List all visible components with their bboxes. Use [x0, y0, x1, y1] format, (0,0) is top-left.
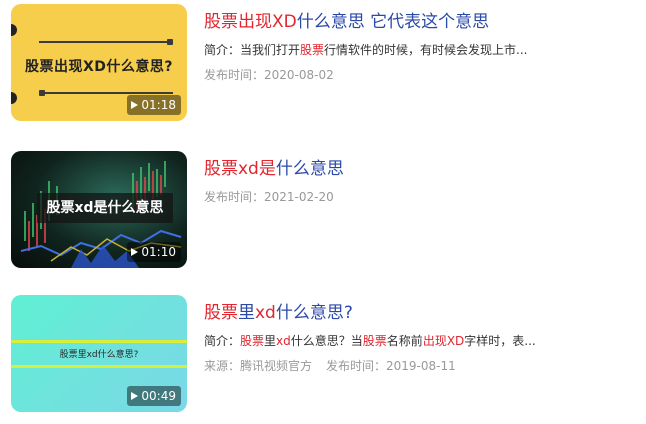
title-text: 什么意思? [275, 303, 353, 323]
video-info: 股票xd是什么意思 发布时间：2021-02-20 [204, 157, 644, 206]
desc-text: 里 [264, 334, 277, 348]
video-thumbnail[interactable]: 股票里xd什么意思? 00:49 [11, 295, 187, 412]
video-description: 简介：股票里xd什么意思？当股票名称前出现XD字样时，表... [204, 332, 644, 350]
title-highlight: 股票出现XD [204, 12, 297, 32]
duration-text: 00:49 [141, 389, 176, 403]
desc-text: 简介： [204, 334, 241, 348]
play-icon [131, 248, 139, 256]
video-result-list: 股票出现XD什么意思? 01:18 股票出现XD什么意思 它代表这个意思 简介：… [0, 0, 646, 424]
desc-highlight: 股票 [300, 43, 325, 57]
decor-bar [11, 340, 187, 343]
decor-bar [11, 365, 187, 368]
video-title-link[interactable]: 股票里xd什么意思? [204, 301, 644, 325]
thumbnail-caption: 股票出现XD什么意思? [24, 59, 174, 75]
video-info: 股票里xd什么意思? 简介：股票里xd什么意思？当股票名称前出现XD字样时，表.… [204, 301, 644, 375]
duration-badge: 00:49 [127, 386, 181, 406]
title-text: 里 [238, 303, 255, 323]
desc-text: 行情软件的时候，有时候会发现上市... [324, 43, 528, 57]
title-text: 什么意思 [275, 159, 344, 179]
play-icon [131, 101, 139, 109]
video-result-item: 股票xd是什么意思 01:10 股票xd是什么意思 发布时间：2021-02-2… [0, 151, 646, 271]
publish-date: 发布时间：2021-02-20 [204, 190, 334, 204]
decor-line [39, 39, 173, 45]
decor-dot [11, 24, 17, 36]
desc-text: 简介：当我们打开 [204, 43, 301, 57]
desc-highlight: 股票 [362, 334, 387, 348]
desc-highlight: 出现XD [422, 334, 465, 348]
source-label: 来源：腾讯视频官方 [204, 359, 313, 373]
duration-text: 01:18 [141, 98, 176, 112]
play-icon [131, 392, 139, 400]
video-info: 股票出现XD什么意思 它代表这个意思 简介：当我们打开股票行情软件的时候，有时候… [204, 10, 644, 84]
duration-text: 01:10 [141, 245, 176, 259]
video-meta: 来源：腾讯视频官方 发布时间：2019-08-11 [204, 357, 644, 375]
desc-text: 名称前 [386, 334, 423, 348]
desc-text: 什么意思？当 [290, 334, 363, 348]
desc-highlight: xd [276, 334, 291, 348]
publish-date: 发布时间：2019-08-11 [326, 359, 456, 373]
decor-dot [11, 92, 17, 104]
video-title-link[interactable]: 股票出现XD什么意思 它代表这个意思 [204, 10, 644, 34]
title-highlight: 股票 [204, 303, 238, 323]
decor-line [39, 90, 173, 96]
video-result-item: 股票出现XD什么意思? 01:18 股票出现XD什么意思 它代表这个意思 简介：… [0, 4, 646, 124]
publish-date: 发布时间：2020-08-02 [204, 68, 334, 82]
video-description: 简介：当我们打开股票行情软件的时候，有时候会发现上市... [204, 41, 644, 59]
video-result-item: 股票里xd什么意思? 00:49 股票里xd什么意思? 简介：股票里xd什么意思… [0, 295, 646, 415]
title-highlight: 股票xd是 [204, 159, 276, 179]
video-title-link[interactable]: 股票xd是什么意思 [204, 157, 644, 181]
duration-badge: 01:10 [127, 242, 181, 262]
thumbnail-caption: 股票xd是什么意思 [46, 200, 164, 216]
title-text: 什么意思 它代表这个意思 [296, 12, 490, 32]
desc-text: 字样时，表... [464, 334, 536, 348]
thumbnail-caption: 股票里xd什么意思? [59, 350, 139, 360]
duration-badge: 01:18 [127, 95, 181, 115]
video-thumbnail[interactable]: 股票出现XD什么意思? 01:18 [11, 4, 187, 121]
title-highlight: xd [255, 303, 276, 323]
video-thumbnail[interactable]: 股票xd是什么意思 01:10 [11, 151, 187, 268]
desc-highlight: 股票 [240, 334, 265, 348]
